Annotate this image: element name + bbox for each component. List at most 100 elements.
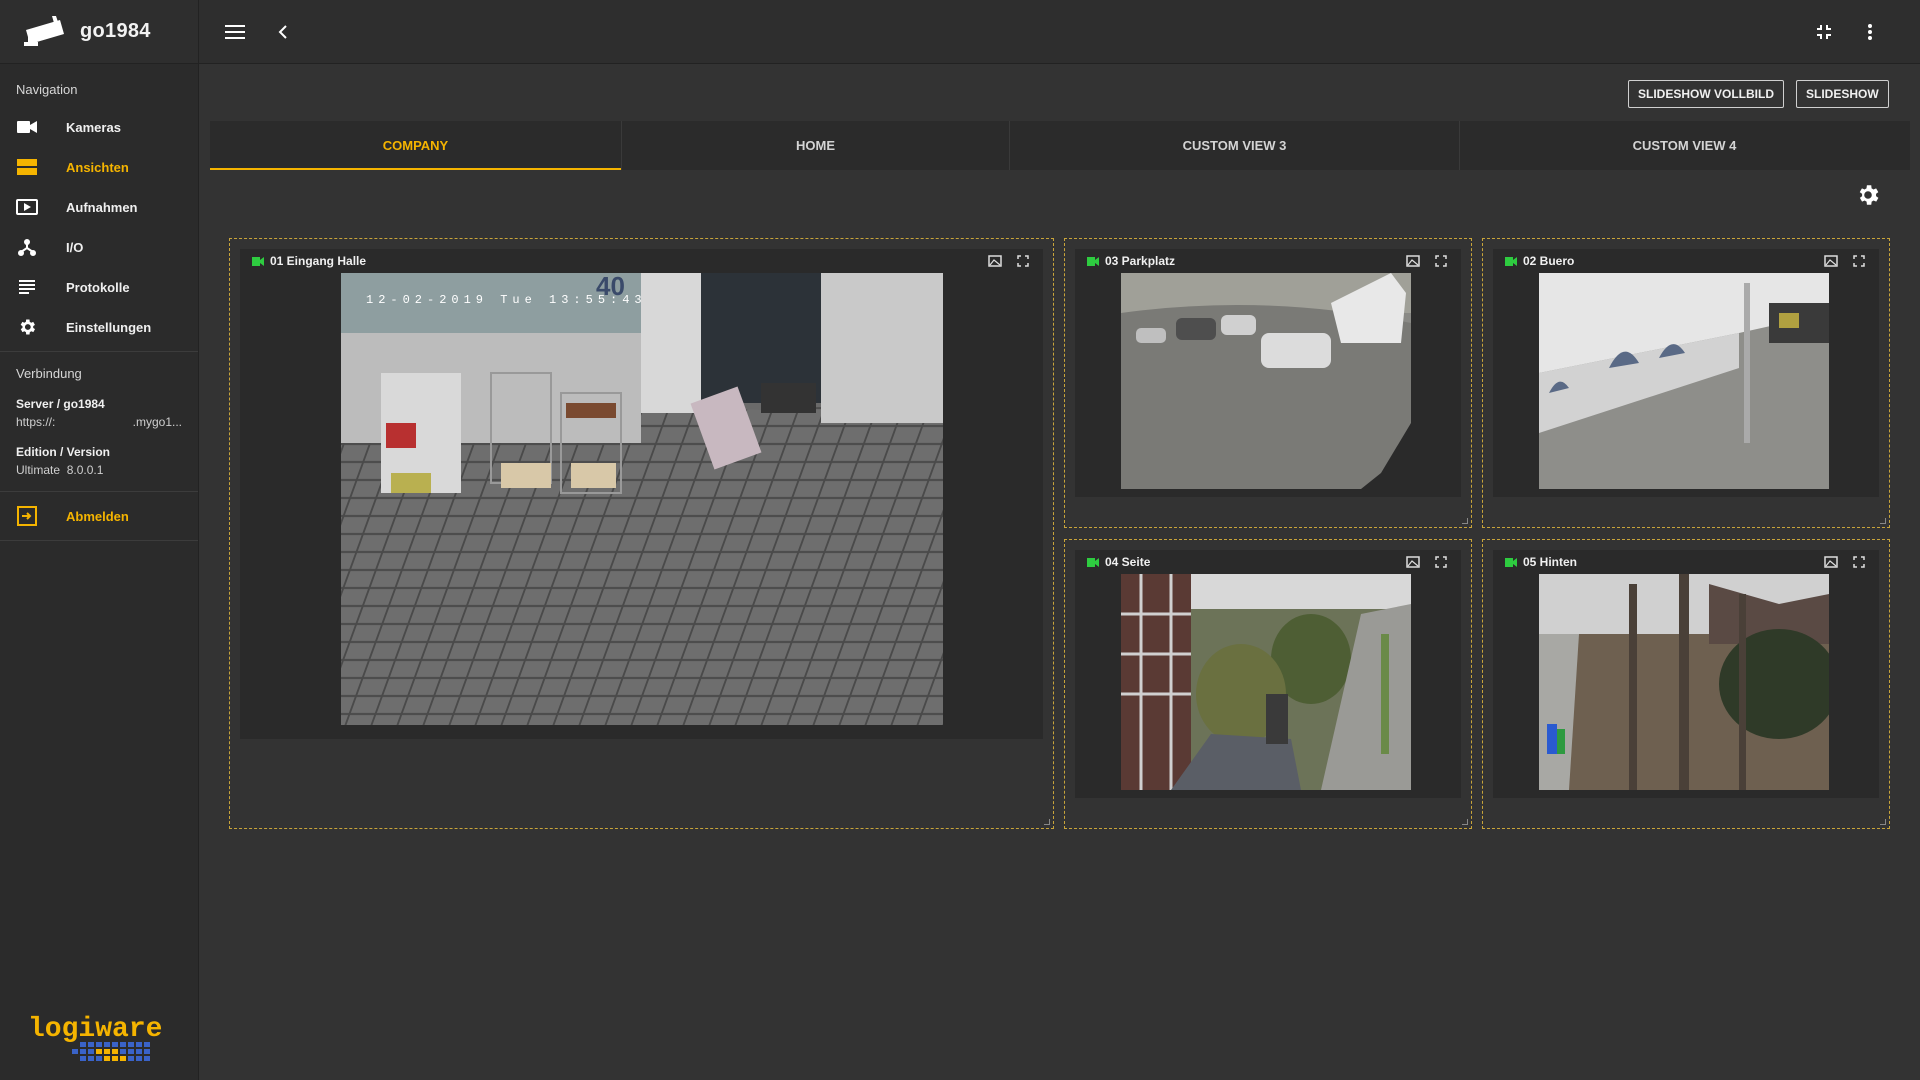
tab-home[interactable]: HOME: [622, 121, 1010, 170]
sidebar-divider: [0, 540, 198, 541]
menu-button[interactable]: [221, 18, 249, 46]
snapshot-button[interactable]: [987, 253, 1003, 269]
image-icon: [1406, 255, 1420, 267]
snapshot-button[interactable]: [1405, 253, 1421, 269]
camera-osd-number: 40: [596, 273, 625, 301]
fullscreen-button[interactable]: [1851, 253, 1867, 269]
resize-handle[interactable]: [1462, 518, 1468, 524]
camera-cell-hinten: 05 Hinten: [1482, 539, 1890, 829]
slideshow-fullscreen-button[interactable]: SLIDESHOW VOLLBILD: [1628, 80, 1784, 108]
camera-status-icon: [252, 256, 264, 266]
logout-label: Abmelden: [66, 508, 129, 524]
sidebar-item-io[interactable]: I/O: [0, 227, 198, 267]
image-icon: [1406, 556, 1420, 568]
resize-handle[interactable]: [1880, 819, 1886, 825]
camera-cell-seite: 04 Seite: [1064, 539, 1472, 829]
server-url-start: https://:: [16, 415, 56, 429]
view-settings-button[interactable]: [1855, 182, 1881, 208]
tab-custom-view-3[interactable]: CUSTOM VIEW 3: [1010, 121, 1460, 170]
image-icon: [1824, 255, 1838, 267]
sidebar-item-label: Kameras: [66, 119, 121, 135]
camera-image: 12-02-2019 Tue 13:55:43 40: [341, 273, 943, 725]
camera-header: 02 Buero: [1493, 249, 1879, 273]
video-camera-icon: [16, 116, 38, 138]
camera-header: 04 Seite: [1075, 550, 1461, 574]
exit-fullscreen-button[interactable]: [1810, 18, 1838, 46]
logiware-logo-text: logiware: [28, 1014, 162, 1045]
camera-image: [1539, 574, 1829, 790]
more-options-button[interactable]: [1856, 18, 1884, 46]
camera-video-feed[interactable]: 12-02-2019 Tue 13:55:43 40: [341, 273, 943, 725]
edition-version: Ultimate 8.0.0.1: [16, 461, 182, 479]
fullscreen-button[interactable]: [1433, 253, 1449, 269]
fullscreen-icon: [1853, 556, 1865, 568]
snapshot-button[interactable]: [1405, 554, 1421, 570]
camera-video-feed[interactable]: [1121, 273, 1411, 489]
camera-cell-buero: 02 Buero: [1482, 238, 1890, 528]
fullscreen-icon: [1017, 255, 1029, 267]
camera-name: 03 Parkplatz: [1105, 254, 1176, 268]
fullscreen-button[interactable]: [1433, 554, 1449, 570]
view-tabs: COMPANY HOME CUSTOM VIEW 3 CUSTOM VIEW 4: [210, 121, 1910, 170]
camera-panel: 01 Eingang Halle 12-02-2019 Tue 13:55:43…: [240, 249, 1043, 739]
sidebar-divider: [0, 351, 198, 352]
logiware-logo: logiware: [28, 1014, 162, 1061]
hamburger-menu-icon: [225, 25, 245, 39]
fullscreen-button[interactable]: [1851, 554, 1867, 570]
main-content: SLIDESHOW VOLLBILD SLIDESHOW COMPANY HOM…: [199, 64, 1920, 1080]
camera-name: 04 Seite: [1105, 555, 1151, 569]
camera-video-feed[interactable]: [1539, 273, 1829, 489]
snapshot-button[interactable]: [1823, 253, 1839, 269]
app-title: go1984: [80, 20, 151, 42]
sidebar-item-label: Aufnahmen: [66, 199, 138, 215]
image-icon: [988, 255, 1002, 267]
server-url-end: .mygo1...: [132, 415, 182, 429]
camera-panel: 02 Buero: [1493, 249, 1879, 497]
sidebar-item-label: Protokolle: [66, 279, 130, 295]
edition-info: Edition / Version Ultimate 8.0.0.1: [0, 439, 198, 487]
edition-value: Ultimate: [16, 463, 61, 477]
server-label: Server / go1984: [16, 397, 105, 411]
fullscreen-icon: [1435, 255, 1447, 267]
io-network-icon: [16, 236, 38, 258]
sidebar-item-aufnahmen[interactable]: Aufnahmen: [0, 187, 198, 227]
camera-header: 03 Parkplatz: [1075, 249, 1461, 273]
camera-cell-eingang-halle: 01 Eingang Halle 12-02-2019 Tue 13:55:43…: [229, 238, 1054, 829]
logout-button[interactable]: Abmelden: [0, 496, 198, 536]
camera-video-feed[interactable]: [1121, 574, 1411, 790]
fullscreen-icon: [1853, 255, 1865, 267]
camera-status-icon: [1505, 256, 1517, 266]
snapshot-button[interactable]: [1823, 554, 1839, 570]
logout-icon: [16, 505, 38, 527]
sidebar-item-protokolle[interactable]: Protokolle: [0, 267, 198, 307]
camera-panel: 03 Parkplatz: [1075, 249, 1461, 497]
tab-company[interactable]: COMPANY: [210, 121, 622, 170]
recordings-icon: [16, 196, 38, 218]
sidebar: go1984 Navigation Kameras Ansichten Aufn…: [0, 0, 199, 1080]
server-info: Server / go1984 https://: .mygo1...: [0, 389, 198, 439]
resize-handle[interactable]: [1880, 518, 1886, 524]
sidebar-item-kameras[interactable]: Kameras: [0, 107, 198, 147]
edition-label: Edition / Version: [16, 445, 111, 459]
back-button[interactable]: [269, 18, 297, 46]
sidebar-item-ansichten[interactable]: Ansichten: [0, 147, 198, 187]
camera-status-icon: [1087, 256, 1099, 266]
resize-handle[interactable]: [1462, 819, 1468, 825]
gear-icon: [16, 316, 38, 338]
sidebar-item-einstellungen[interactable]: Einstellungen: [0, 307, 198, 347]
fullscreen-button[interactable]: [1015, 253, 1031, 269]
tab-custom-view-4[interactable]: CUSTOM VIEW 4: [1460, 121, 1909, 170]
version-value: 8.0.0.1: [66, 463, 104, 477]
camera-status-icon: [1087, 557, 1099, 567]
slideshow-button[interactable]: SLIDESHOW: [1796, 80, 1889, 108]
resize-handle[interactable]: [1044, 819, 1050, 825]
sidebar-item-label: Ansichten: [66, 159, 129, 175]
server-url: https://: .mygo1...: [16, 413, 182, 431]
connection-heading: Verbindung: [16, 366, 82, 381]
gear-icon: [1859, 185, 1879, 205]
camera-name: 05 Hinten: [1523, 555, 1578, 569]
camera-video-feed[interactable]: [1539, 574, 1829, 790]
fullscreen-icon: [1435, 556, 1447, 568]
sidebar-item-label: I/O: [66, 239, 84, 255]
sidebar-divider: [0, 491, 198, 492]
